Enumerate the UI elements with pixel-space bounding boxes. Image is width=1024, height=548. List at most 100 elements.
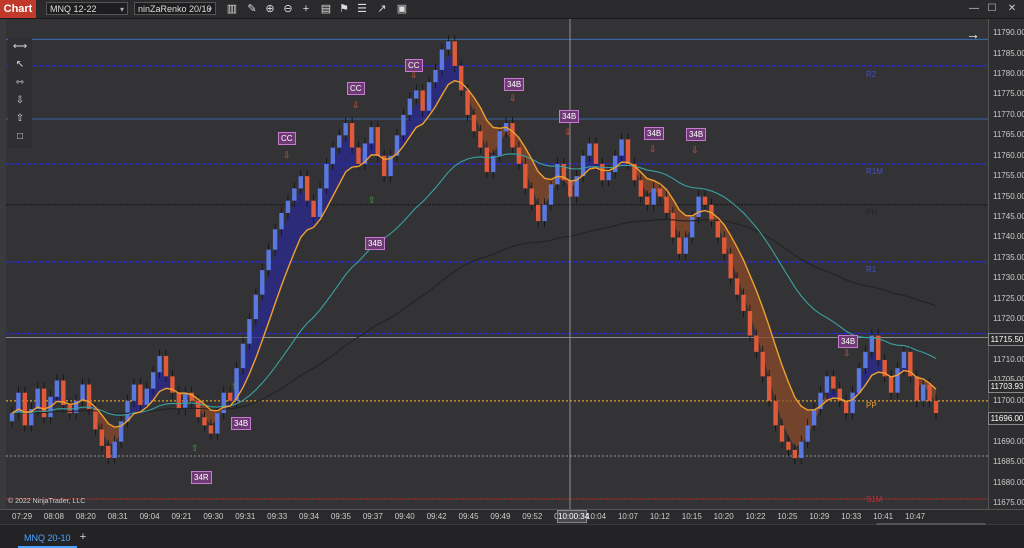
candle-body — [304, 176, 310, 201]
minimize-icon[interactable]: — — [966, 1, 982, 17]
ema-slow-line — [11, 218, 937, 415]
candle-body — [863, 351, 868, 369]
candle-body — [426, 82, 432, 111]
zoom-out-icon[interactable]: ⊖ — [280, 1, 296, 17]
bar-type-selector[interactable]: ninZaRenko 20/10 ▾ — [134, 2, 216, 15]
price-axis-label: 11730.00 — [993, 273, 1024, 283]
candle-body — [183, 392, 188, 410]
candle-body — [420, 90, 425, 111]
candle-body — [343, 123, 348, 136]
instrument-selector[interactable]: MNQ 12-22 ▾ — [46, 2, 128, 15]
time-axis-label: 08:08 — [43, 512, 64, 521]
candle-body — [266, 249, 271, 271]
price-axis-label: 11755.00 — [993, 171, 1024, 181]
line-tool-icon[interactable]: ⟷ — [12, 40, 28, 54]
pointer-icon[interactable]: ↖ — [12, 58, 28, 72]
level-label: R2 — [866, 70, 877, 79]
candle-body — [734, 278, 740, 295]
time-axis-label: 08:31 — [107, 512, 128, 521]
candle-body — [144, 388, 149, 405]
bar-chart-icon[interactable]: ▥ — [224, 1, 240, 17]
maximize-icon[interactable]: ☐ — [984, 1, 1000, 17]
time-axis-label: 09:40 — [394, 512, 415, 521]
time-axis-label: 09:37 — [362, 512, 383, 521]
candle-body — [683, 237, 688, 254]
candle-body — [747, 310, 753, 336]
scroll-right-arrow-icon[interactable]: → — [966, 26, 980, 42]
candle-body — [131, 384, 137, 401]
chevron-down-icon: ▾ — [119, 5, 124, 14]
candle-body — [600, 163, 605, 181]
add-tab-icon[interactable]: + — [76, 530, 90, 544]
candle-body — [478, 131, 483, 148]
chart-plot-area[interactable]: CC ⇩ CC ⇩ CC ⇩ 34B ⇩ 34B ⇩ 34B ⇩ 34B ⇩ 34B ⇩ 34B 34R 34B ⇧ ⇧… — [6, 19, 988, 509]
sell-arrow-icon: ⇩ — [691, 145, 699, 155]
candle-body — [677, 237, 682, 254]
candle-body — [689, 217, 695, 238]
time-axis-label: 09:42 — [426, 512, 447, 521]
candle-body — [433, 69, 438, 83]
candle-body — [349, 123, 355, 148]
candle-body — [548, 184, 554, 205]
price-axis-label: 11750.00 — [993, 191, 1024, 201]
horizontal-line-icon[interactable]: ⇿ — [12, 76, 28, 90]
time-axis-label: 10:22 — [745, 512, 766, 521]
candle-body — [414, 90, 419, 99]
candle-body — [221, 392, 226, 414]
chart-trader-icon[interactable]: ☰ — [354, 1, 370, 17]
level-label: S1M — [866, 495, 883, 504]
candle-body — [722, 237, 727, 254]
candle-body — [715, 221, 721, 238]
time-axis[interactable]: 07:29 08:08 08:20 08:31 09:04 09:21 09:30 09:31… — [0, 509, 1024, 524]
properties-icon[interactable]: ▤ — [318, 1, 334, 17]
price-axis[interactable]: 11790.00 11785.00 11780.00 11775.00 11770.00… — [988, 19, 1024, 509]
level-label: R1 — [866, 265, 877, 274]
time-cursor-label: 10:00:34 — [557, 510, 590, 523]
arrow-up-icon[interactable]: ⇧ — [12, 112, 28, 126]
indicators-icon[interactable]: ↗ — [374, 1, 390, 17]
price-axis-label: 11710.00 — [993, 355, 1024, 364]
rectangle-icon[interactable]: □ — [12, 130, 28, 144]
zoom-in-icon[interactable]: ⊕ — [262, 1, 278, 17]
instrument-value: MNQ 12-22 — [50, 4, 97, 14]
candle-body — [9, 413, 15, 422]
time-axis-label: 10:07 — [617, 512, 638, 521]
time-axis-label: 10:41 — [873, 512, 894, 521]
strategies-icon[interactable]: ⚑ — [336, 1, 352, 17]
sell-arrow-icon: ⇩ — [410, 70, 418, 80]
tab-mnq-20-10[interactable]: MNQ 20-10 — [18, 530, 77, 548]
candle-body — [369, 127, 374, 144]
candle-body — [625, 139, 631, 164]
signal-badge: 34R — [191, 471, 212, 484]
candle-body — [375, 127, 380, 156]
candle-body — [843, 400, 849, 414]
close-icon[interactable]: ✕ — [1004, 1, 1020, 17]
signal-badge: 34B — [644, 127, 665, 140]
candle-body — [138, 384, 143, 405]
crosshair-icon[interactable]: + — [298, 1, 314, 17]
candle-body — [516, 147, 522, 164]
price-axis-label: 11765.00 — [993, 130, 1024, 140]
candle-body — [337, 135, 342, 148]
candle-body — [914, 376, 919, 401]
snapshot-icon[interactable]: ▣ — [394, 1, 410, 17]
signal-badge: 34B — [231, 417, 252, 430]
price-chart[interactable] — [6, 19, 988, 509]
candle-body — [696, 196, 701, 218]
time-axis-label: 09:04 — [139, 512, 160, 521]
candle-body — [446, 41, 451, 50]
signal-badge: 34B — [504, 78, 525, 91]
candle-body — [292, 188, 297, 201]
time-axis-label: 10:47 — [905, 512, 926, 521]
candle-body — [895, 368, 900, 393]
candle-body — [799, 441, 804, 459]
candle-body — [619, 139, 624, 156]
candle-body — [240, 343, 246, 369]
time-axis-label: 09:35 — [330, 512, 351, 521]
candle-body — [766, 376, 772, 401]
chart-window-tab[interactable]: Chart — [0, 0, 36, 18]
pencil-icon[interactable]: ✎ — [244, 1, 260, 17]
candle-body — [927, 384, 932, 401]
price-axis-label: 11720.00 — [993, 314, 1024, 324]
arrow-down-icon[interactable]: ⇩ — [12, 94, 28, 108]
